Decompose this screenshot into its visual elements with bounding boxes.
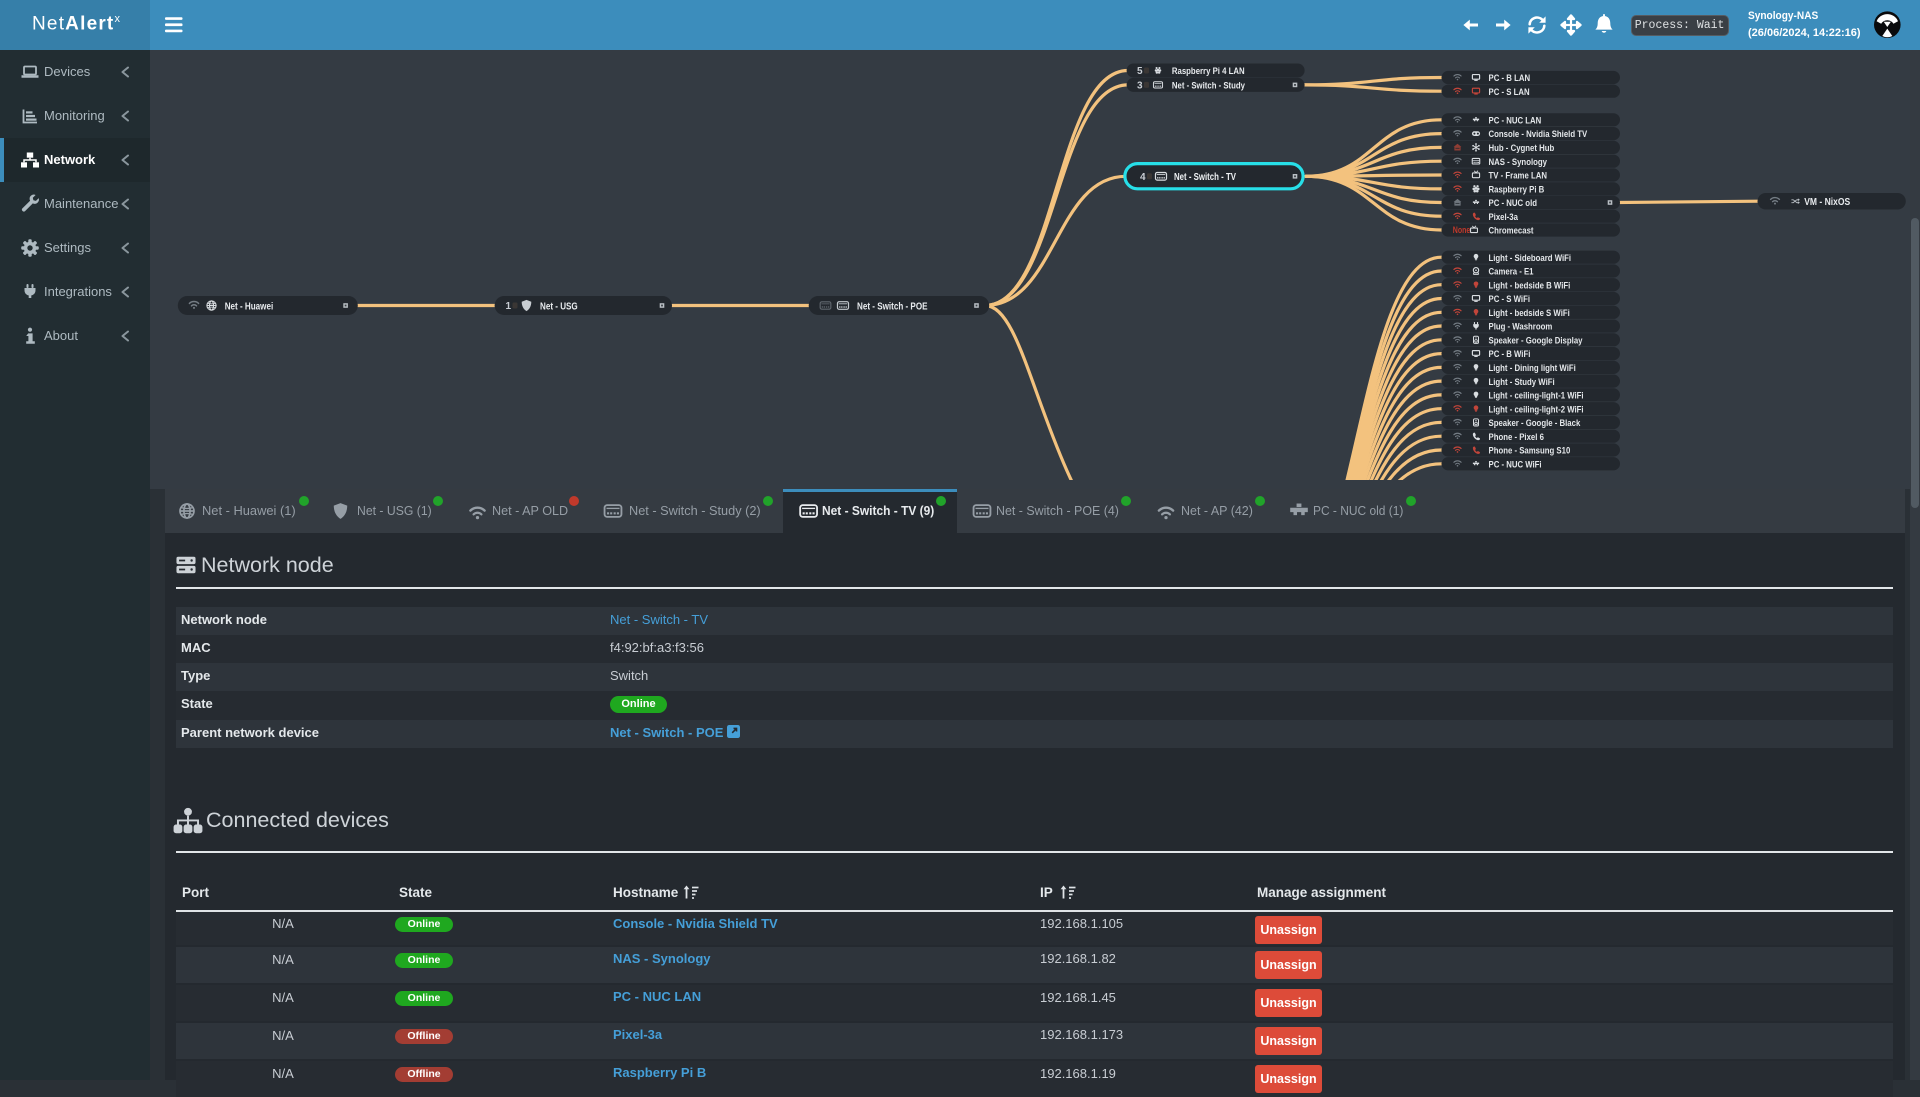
svg-text:Phone - Samsung S10: Phone - Samsung S10 [1489, 446, 1571, 457]
svg-text:Light - Study WiFi: Light - Study WiFi [1489, 377, 1555, 388]
svg-text:PC - S WiFi: PC - S WiFi [1489, 294, 1531, 305]
svg-text:Raspberry Pi 4 LAN: Raspberry Pi 4 LAN [1172, 66, 1245, 77]
svg-text:None: None [1453, 225, 1471, 235]
svg-text:PC - B LAN: PC - B LAN [1489, 73, 1531, 84]
svg-text:Light - bedside B WiFi: Light - bedside B WiFi [1489, 280, 1571, 291]
svg-text:Net - USG: Net - USG [540, 300, 578, 312]
svg-text:Pixel-3a: Pixel-3a [1489, 212, 1519, 223]
svg-text:Camera - E1: Camera - E1 [1489, 267, 1535, 278]
svg-text:3: 3 [1137, 81, 1143, 92]
svg-text:Net - Switch - Study: Net - Switch - Study [1172, 81, 1246, 92]
svg-text:4: 4 [1140, 172, 1146, 183]
svg-text:Light - ceiling-light-2 WiFi: Light - ceiling-light-2 WiFi [1489, 404, 1584, 415]
svg-text:Light - bedside S WiFi: Light - bedside S WiFi [1489, 308, 1570, 319]
svg-text:PC - B WiFi: PC - B WiFi [1489, 349, 1531, 360]
svg-text:NAS - Synology: NAS - Synology [1489, 157, 1548, 168]
svg-text:Light - Sideboard WiFi: Light - Sideboard WiFi [1489, 253, 1572, 264]
svg-text:PC - NUC old: PC - NUC old [1489, 198, 1538, 209]
svg-text:Chromecast: Chromecast [1489, 226, 1535, 237]
svg-text:Light - Dining light WiFi: Light - Dining light WiFi [1489, 363, 1576, 374]
svg-text:Phone - Pixel 6: Phone - Pixel 6 [1489, 432, 1544, 443]
svg-text:Net - Switch - POE: Net - Switch - POE [857, 300, 928, 312]
svg-text:Console - Nvidia Shield TV: Console - Nvidia Shield TV [1489, 129, 1588, 140]
svg-text:Net - Huawei: Net - Huawei [225, 300, 274, 312]
svg-text:Speaker - Google Display: Speaker - Google Display [1489, 335, 1584, 346]
svg-text:PC - S LAN: PC - S LAN [1489, 87, 1530, 98]
svg-text:PC - NUC LAN: PC - NUC LAN [1489, 115, 1542, 126]
svg-text:Plug - Washroom: Plug - Washroom [1489, 322, 1553, 333]
svg-text:Light - ceiling-light-1 WiFi: Light - ceiling-light-1 WiFi [1489, 391, 1584, 402]
svg-text:Hub - Cygnet Hub: Hub - Cygnet Hub [1489, 143, 1555, 154]
svg-text:Speaker - Google - Black: Speaker - Google - Black [1489, 418, 1581, 429]
svg-text:VM - NixOS: VM - NixOS [1804, 197, 1850, 208]
svg-text:Raspberry Pi B: Raspberry Pi B [1489, 185, 1545, 196]
svg-text:5: 5 [1137, 66, 1143, 77]
svg-text:PC - NUC WiFi: PC - NUC WiFi [1489, 459, 1542, 470]
svg-text:TV - Frame LAN: TV - Frame LAN [1489, 171, 1548, 182]
svg-text:Net - Switch - TV: Net - Switch - TV [1174, 172, 1236, 183]
svg-text:1: 1 [506, 301, 512, 312]
